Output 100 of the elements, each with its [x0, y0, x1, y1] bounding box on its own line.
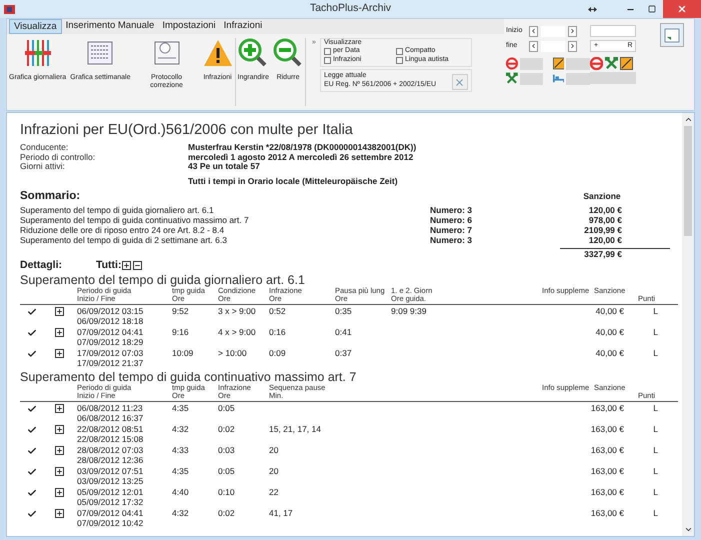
details-label: Dettagli: — [20, 259, 63, 271]
date-field[interactable] — [590, 25, 636, 37]
table-cell-text: 0:10 — [218, 487, 236, 497]
vertical-scrollbar[interactable] — [682, 113, 694, 536]
count-text: Numero: 3 — [430, 205, 474, 215]
expand-button[interactable] — [55, 509, 64, 518]
status-field — [566, 58, 590, 70]
sanction-cell-text: 163,00 € — [590, 424, 624, 434]
expand-button[interactable] — [55, 446, 64, 455]
sanction-cell-text: 163,00 € — [590, 466, 624, 476]
bar-chart-icon — [22, 38, 53, 68]
table-cell-text: 0:16 — [269, 327, 287, 337]
sanction-cell-text: 163,00 € — [590, 403, 624, 413]
expand-button[interactable] — [55, 467, 64, 476]
period-cell-text: 05/09/2012 12:01 05/09/2012 17:32 — [77, 487, 144, 507]
sanction-cell-text: 40,00 € — [594, 327, 624, 337]
table-cell-text: 20 — [269, 445, 280, 455]
plus-icon — [123, 262, 130, 268]
points-cell-text: L — [652, 327, 659, 337]
status-field — [520, 72, 544, 84]
table-cell-text: 20 — [269, 466, 280, 476]
expand-button[interactable] — [55, 488, 64, 497]
points-cell-text: L — [652, 487, 659, 497]
plus-icon — [56, 405, 63, 412]
warning-icon — [202, 38, 233, 68]
report-title: Infrazioni per EU(Ord.)561/2006 con multe per Italia — [20, 122, 354, 139]
table-cell-text: > 10:00 — [218, 348, 248, 358]
table-cell-text: 9:09 9:39 — [391, 306, 428, 316]
previous-button[interactable] — [529, 26, 538, 36]
table-cell-text: 4:35 — [172, 466, 190, 476]
table-cell-text: 4:33 — [172, 445, 190, 455]
table-cell-text: 9:16 — [172, 327, 190, 337]
sanction-cell-text: 163,00 € — [590, 508, 624, 518]
scroll-thumb[interactable] — [684, 126, 692, 236]
sanction-header: Sanzione — [582, 190, 622, 203]
period-cell-text: 06/09/2012 03:15 06/09/2012 18:18 — [77, 306, 144, 326]
expand-button[interactable] — [55, 349, 64, 358]
points-cell-text: L — [652, 445, 659, 455]
menu-tab[interactable]: Infrazioni — [220, 19, 266, 34]
status-field — [590, 72, 636, 84]
cross-icon — [454, 76, 466, 88]
expand-button[interactable] — [55, 425, 64, 434]
summary-label: Superamento del tempo di guida giornaliero art. 6.1 — [20, 205, 215, 215]
table-cell-text: 0:09 — [269, 348, 287, 358]
zoom-out-icon — [273, 38, 304, 68]
summary-label: Superamento del tempo di guida di 2 settimane art. 6.3 — [20, 235, 228, 245]
table-cell-text: 0:05 — [218, 403, 236, 413]
count-text: Numero: 6 — [430, 215, 474, 225]
resize-arrows-icon — [588, 6, 597, 12]
expand-all-button[interactable] — [122, 260, 132, 270]
plus-icon — [56, 468, 63, 475]
plus-icon — [56, 426, 63, 433]
previous-button[interactable] — [529, 40, 538, 52]
table-cell-text: 0:37 — [335, 348, 353, 358]
info-label: Periodo di controllo: — [20, 152, 96, 162]
scroll-up-icon — [684, 115, 692, 124]
next-button[interactable] — [568, 40, 577, 52]
expand-button[interactable] — [55, 404, 64, 413]
table-cell-text: 0:52 — [269, 306, 287, 316]
table-cell-text: 10:09 — [172, 348, 194, 358]
section-title: Superamento del tempo di guida giornaliero art. 6.1 — [20, 273, 306, 287]
period-cell-text: 06/08/2012 11:23 06/08/2012 16:37 — [77, 403, 144, 423]
collapse-all-button[interactable] — [133, 260, 142, 270]
table-cell-text: 4:32 — [172, 424, 190, 434]
info-label: Giorni attivi: — [20, 162, 66, 172]
menu-tab[interactable]: Visualizza — [9, 19, 62, 34]
points-cell-text: L — [652, 466, 659, 476]
calendar-button[interactable] — [660, 23, 684, 47]
points-cell-text: L — [652, 348, 659, 358]
close-icon — [677, 4, 687, 14]
period-cell-text: 17/09/2012 07:03 17/09/2012 21:37 — [77, 348, 144, 368]
expand-button[interactable] — [55, 328, 64, 337]
info-value: mercoledì 1 agosto 2012 A mercoledì 26 settembre 2012 — [188, 152, 414, 162]
period-cell-text: 07/09/2012 04:41 07/09/2012 10:42 — [77, 508, 144, 528]
summary-amount: 2109,99 € — [583, 225, 622, 235]
expand-button[interactable] — [55, 307, 64, 316]
next-button[interactable] — [568, 26, 577, 36]
availability-icon — [620, 57, 633, 70]
period-cell-text: 07/09/2012 04:41 07/09/2012 18:29 — [77, 327, 144, 347]
table-cell-text: 0:02 — [218, 424, 236, 434]
maximize-icon — [648, 5, 656, 13]
period-cell-text: 28/08/2012 07:03 28/08/2012 12:36 — [77, 445, 144, 465]
tools-button[interactable] — [452, 74, 468, 90]
menu-tab[interactable]: Impostazioni — [158, 19, 220, 34]
status-field — [566, 72, 590, 84]
availability-icon — [552, 57, 564, 70]
sanction-cell-text: 40,00 € — [594, 306, 624, 316]
sanction-cell-text: 40,00 € — [594, 348, 624, 358]
points-cell-text: L — [652, 424, 659, 434]
close-button[interactable] — [663, 0, 701, 18]
timezone-note: Tutti i tempi in Orario locale (Mitteleuropäische Zeit) — [188, 176, 398, 186]
sanction-cell-text: 163,00 € — [590, 445, 624, 455]
table-cell-text: 4:40 — [172, 487, 190, 497]
menu-tab[interactable]: Inserimento Manuale — [62, 19, 158, 34]
sanction-cell-text: 163,00 € — [590, 487, 624, 497]
table-cell-text: 15, 21, 17, 14 — [269, 424, 322, 434]
points-cell-text: L — [652, 508, 659, 518]
section-title: Superamento del tempo di guida continuativo massimo art. 7 — [20, 370, 358, 384]
period-cell-text: 22/08/2012 08:51 22/08/2012 15:08 — [77, 424, 144, 444]
table-cell-text: 41, 17 — [269, 508, 294, 518]
